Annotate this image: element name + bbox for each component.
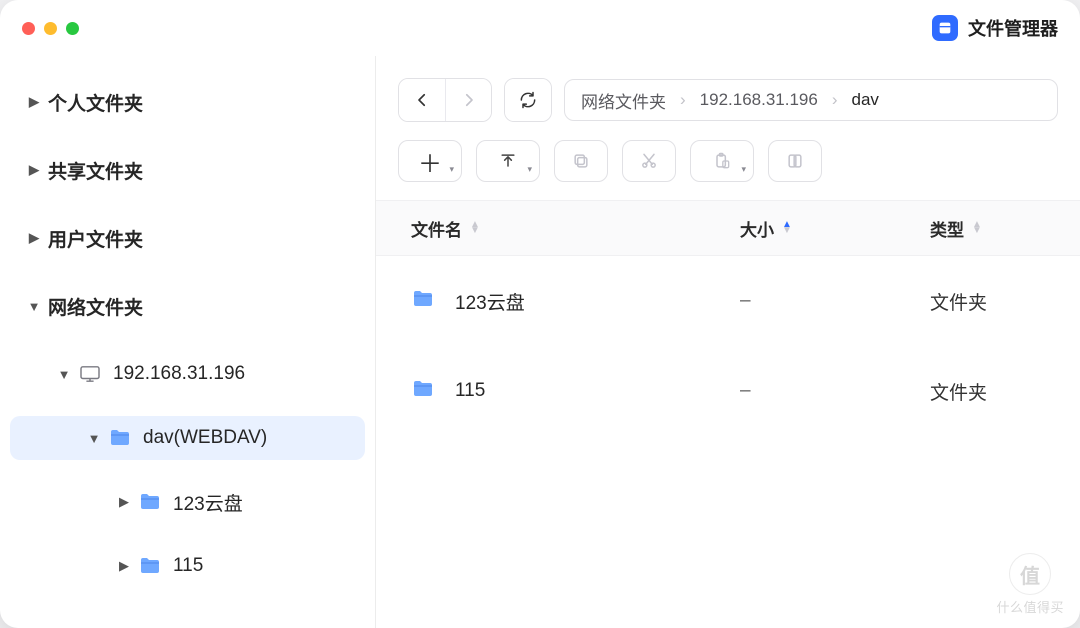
folder-icon bbox=[411, 377, 439, 405]
sidebar-host-label: 192.168.31.196 bbox=[113, 363, 365, 385]
table-row[interactable]: 115 – 文件夹 bbox=[376, 346, 1080, 436]
app-window: 文件管理器 ▶ 个人文件夹 ▶ 共享文件夹 ▶ 用户文件夹 ▼ bbox=[0, 0, 1080, 628]
caret-down-icon: ▼ bbox=[20, 299, 48, 314]
watermark-text: 什么值得买 bbox=[996, 597, 1064, 616]
caret-right-icon: ▶ bbox=[110, 558, 138, 574]
caret-right-icon: ▶ bbox=[20, 94, 48, 110]
sort-icon: ▲▼ bbox=[972, 222, 982, 234]
forward-button[interactable] bbox=[445, 79, 491, 121]
watermark-badge: 值 bbox=[1009, 553, 1051, 595]
folder-icon bbox=[108, 426, 132, 450]
app-title: 文件管理器 bbox=[932, 15, 1058, 41]
sidebar-child-item[interactable]: ▶ 123云盘 bbox=[10, 480, 365, 524]
caret-down-icon: ▼ bbox=[50, 367, 78, 382]
nav-history-group bbox=[398, 78, 492, 122]
breadcrumb-segment[interactable]: 192.168.31.196 bbox=[700, 90, 818, 110]
sidebar-child-label: 115 bbox=[173, 555, 365, 577]
file-size: – bbox=[740, 380, 751, 402]
chevron-down-icon: ▾ bbox=[741, 164, 746, 175]
sidebar-item-label: 个人文件夹 bbox=[48, 89, 365, 116]
file-size: – bbox=[740, 290, 751, 312]
watermark: 值 什么值得买 bbox=[996, 553, 1064, 616]
minimize-window-button[interactable] bbox=[44, 22, 57, 35]
breadcrumb-segment[interactable]: 网络文件夹 bbox=[581, 88, 666, 113]
folder-icon bbox=[411, 287, 439, 315]
refresh-button[interactable] bbox=[505, 79, 551, 121]
sidebar-webdav-label: dav(WEBDAV) bbox=[143, 427, 365, 449]
sidebar-child-label: 123云盘 bbox=[173, 489, 365, 516]
column-header-name[interactable]: 文件名 ▲▼ bbox=[376, 216, 740, 241]
folder-icon bbox=[138, 490, 162, 514]
column-header-label: 类型 bbox=[930, 216, 964, 241]
nav-toolbar: 网络文件夹 › 192.168.31.196 › dav bbox=[376, 78, 1080, 140]
chevron-down-icon: ▾ bbox=[527, 164, 532, 175]
maximize-window-button[interactable] bbox=[66, 22, 79, 35]
action-toolbar: ＋ ▾ ▾ ▾ bbox=[376, 140, 1080, 200]
paste-button[interactable]: ▾ bbox=[690, 140, 754, 182]
breadcrumb-segment-current: dav bbox=[852, 90, 879, 110]
column-header-type[interactable]: 类型 ▲▼ bbox=[930, 216, 1080, 241]
column-header-size[interactable]: 大小 ▲▼ bbox=[740, 216, 930, 241]
folder-icon bbox=[138, 554, 162, 578]
duplicate-button[interactable] bbox=[768, 140, 822, 182]
chevron-down-icon: ▾ bbox=[449, 164, 454, 175]
new-button[interactable]: ＋ ▾ bbox=[398, 140, 462, 182]
sidebar-item-shared[interactable]: ▶ 共享文件夹 bbox=[10, 148, 365, 192]
sidebar: ▶ 个人文件夹 ▶ 共享文件夹 ▶ 用户文件夹 ▼ 网络文件夹 ▼ bbox=[0, 56, 376, 628]
caret-right-icon: ▶ bbox=[20, 162, 48, 178]
back-button[interactable] bbox=[399, 79, 445, 121]
table-header: 文件名 ▲▼ 大小 ▲▼ 类型 ▲▼ bbox=[376, 200, 1080, 256]
table-row[interactable]: 123云盘 – 文件夹 bbox=[376, 256, 1080, 346]
chevron-right-icon: › bbox=[832, 90, 838, 110]
sidebar-host-item[interactable]: ▼ 192.168.31.196 bbox=[10, 352, 365, 396]
app-icon bbox=[932, 15, 958, 41]
sidebar-item-users[interactable]: ▶ 用户文件夹 bbox=[10, 216, 365, 260]
copy-button[interactable] bbox=[554, 140, 608, 182]
computer-icon bbox=[78, 362, 102, 386]
caret-right-icon: ▶ bbox=[20, 230, 48, 246]
app-title-text: 文件管理器 bbox=[968, 15, 1058, 41]
column-header-label: 文件名 bbox=[411, 216, 462, 241]
sidebar-item-network[interactable]: ▼ 网络文件夹 bbox=[10, 284, 365, 328]
column-header-label: 大小 bbox=[740, 216, 774, 241]
sort-icon: ▲▼ bbox=[782, 222, 792, 234]
file-name: 123云盘 bbox=[455, 288, 525, 315]
file-name: 115 bbox=[455, 380, 485, 402]
breadcrumb[interactable]: 网络文件夹 › 192.168.31.196 › dav bbox=[564, 79, 1058, 121]
plus-icon: ＋ bbox=[418, 144, 442, 179]
sidebar-item-personal[interactable]: ▶ 个人文件夹 bbox=[10, 80, 365, 124]
file-list: 123云盘 – 文件夹 115 – 文件夹 bbox=[376, 256, 1080, 628]
chevron-right-icon: › bbox=[680, 90, 686, 110]
sidebar-item-label: 网络文件夹 bbox=[48, 293, 365, 320]
sidebar-webdav-item[interactable]: ▼ dav(WEBDAV) bbox=[10, 416, 365, 460]
file-type: 文件夹 bbox=[930, 288, 987, 315]
sidebar-item-label: 用户文件夹 bbox=[48, 225, 365, 252]
sort-icon: ▲▼ bbox=[470, 222, 480, 234]
refresh-group bbox=[504, 78, 552, 122]
close-window-button[interactable] bbox=[22, 22, 35, 35]
upload-button[interactable]: ▾ bbox=[476, 140, 540, 182]
main-panel: 网络文件夹 › 192.168.31.196 › dav ＋ ▾ ▾ bbox=[376, 56, 1080, 628]
file-type: 文件夹 bbox=[930, 378, 987, 405]
caret-right-icon: ▶ bbox=[110, 494, 138, 510]
sidebar-child-item[interactable]: ▶ 115 bbox=[10, 544, 365, 588]
window-controls bbox=[22, 22, 79, 35]
cut-button[interactable] bbox=[622, 140, 676, 182]
caret-down-icon: ▼ bbox=[80, 431, 108, 446]
titlebar: 文件管理器 bbox=[0, 0, 1080, 56]
sidebar-item-label: 共享文件夹 bbox=[48, 157, 365, 184]
